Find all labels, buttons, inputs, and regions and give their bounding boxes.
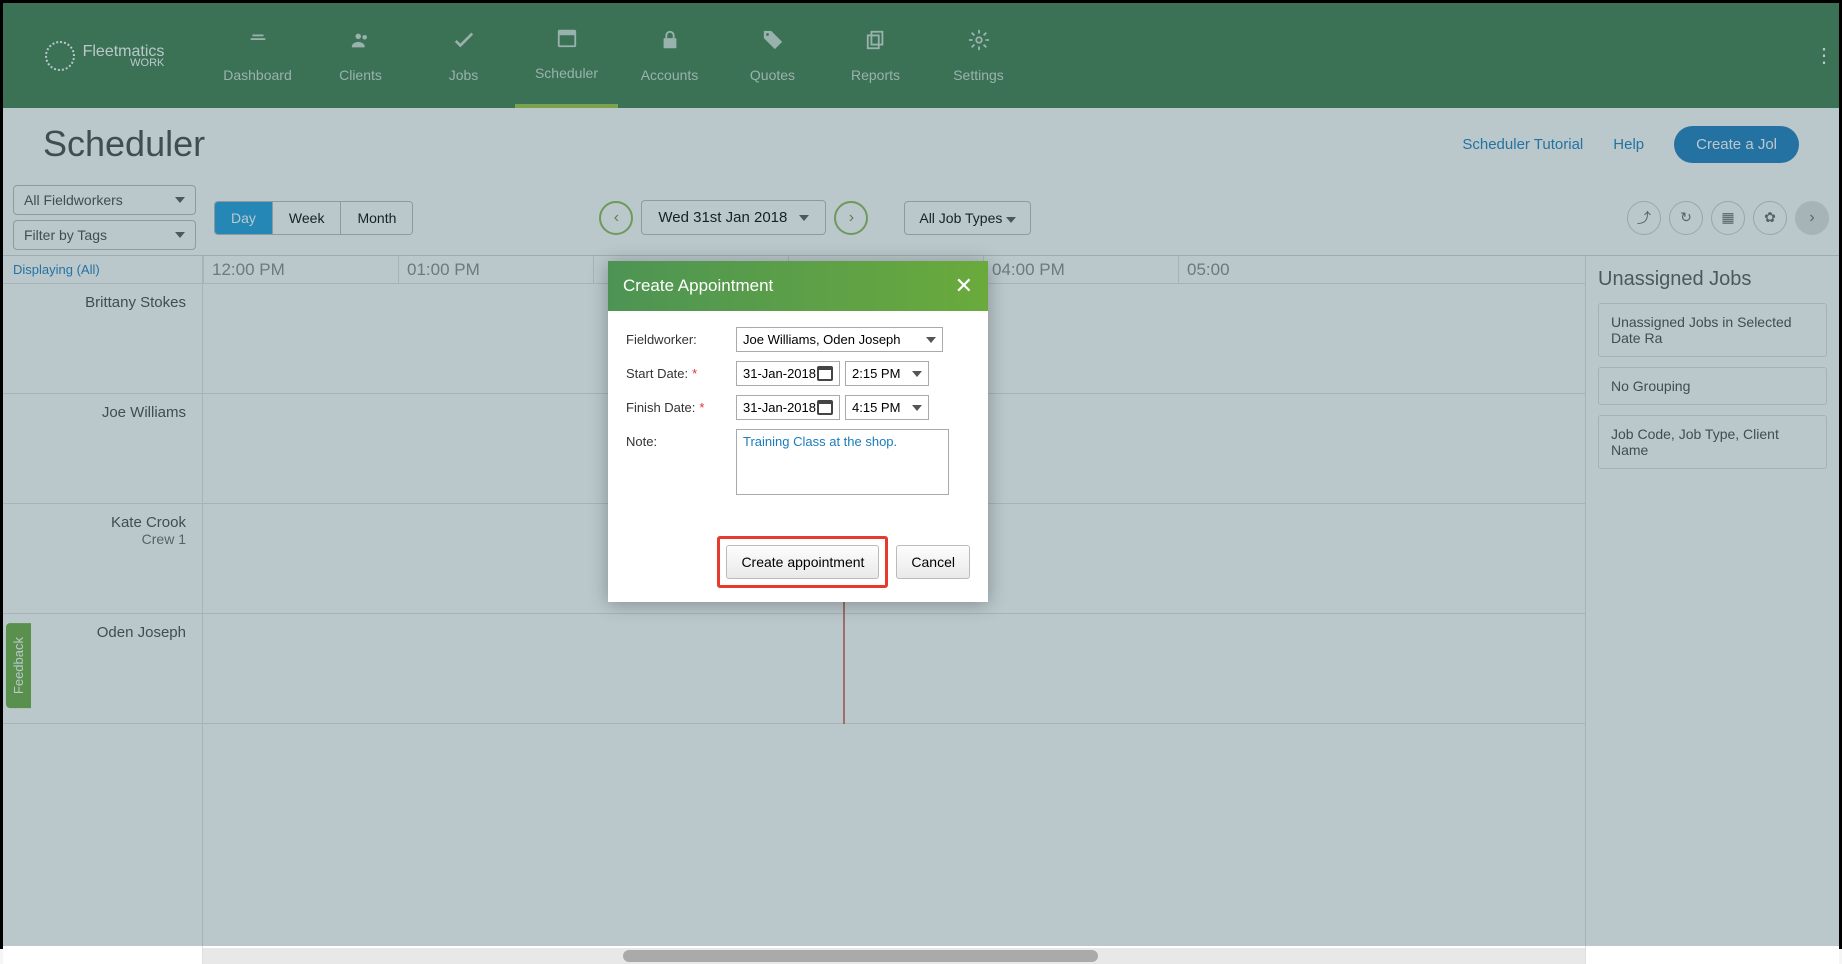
modal-title: Create Appointment <box>623 276 773 296</box>
chevron-down-icon <box>912 405 922 411</box>
modal-body: Fieldworker: Joe Williams, Oden Joseph S… <box>608 311 988 522</box>
note-label: Note: <box>626 429 736 449</box>
horizontal-scrollbar[interactable] <box>203 948 1585 964</box>
start-time-input[interactable]: 2:15 PM <box>845 361 929 386</box>
modal-header: Create Appointment ✕ <box>608 261 988 311</box>
fieldworker-label: Fieldworker: <box>626 327 736 347</box>
close-icon[interactable]: ✕ <box>955 273 973 299</box>
modal-actions: Create appointment Cancel <box>608 522 988 602</box>
note-textarea[interactable] <box>736 429 949 495</box>
finish-date-input[interactable]: 31-Jan-2018 <box>736 395 840 420</box>
scroll-thumb[interactable] <box>623 950 1098 962</box>
finish-time-input[interactable]: 4:15 PM <box>845 395 929 420</box>
finish-date-label: Finish Date:* <box>626 395 736 415</box>
start-date-label: Start Date:* <box>626 361 736 381</box>
calendar-icon <box>817 366 833 381</box>
create-appointment-button[interactable]: Create appointment <box>726 545 879 579</box>
cancel-button[interactable]: Cancel <box>896 545 970 579</box>
highlight-annotation: Create appointment <box>717 536 888 588</box>
chevron-down-icon <box>926 337 936 343</box>
calendar-icon <box>817 400 833 415</box>
fieldworker-select[interactable]: Joe Williams, Oden Joseph <box>736 327 943 352</box>
start-date-input[interactable]: 31-Jan-2018 <box>736 361 840 386</box>
chevron-down-icon <box>912 371 922 377</box>
create-appointment-modal: Create Appointment ✕ Fieldworker: Joe Wi… <box>608 261 988 602</box>
